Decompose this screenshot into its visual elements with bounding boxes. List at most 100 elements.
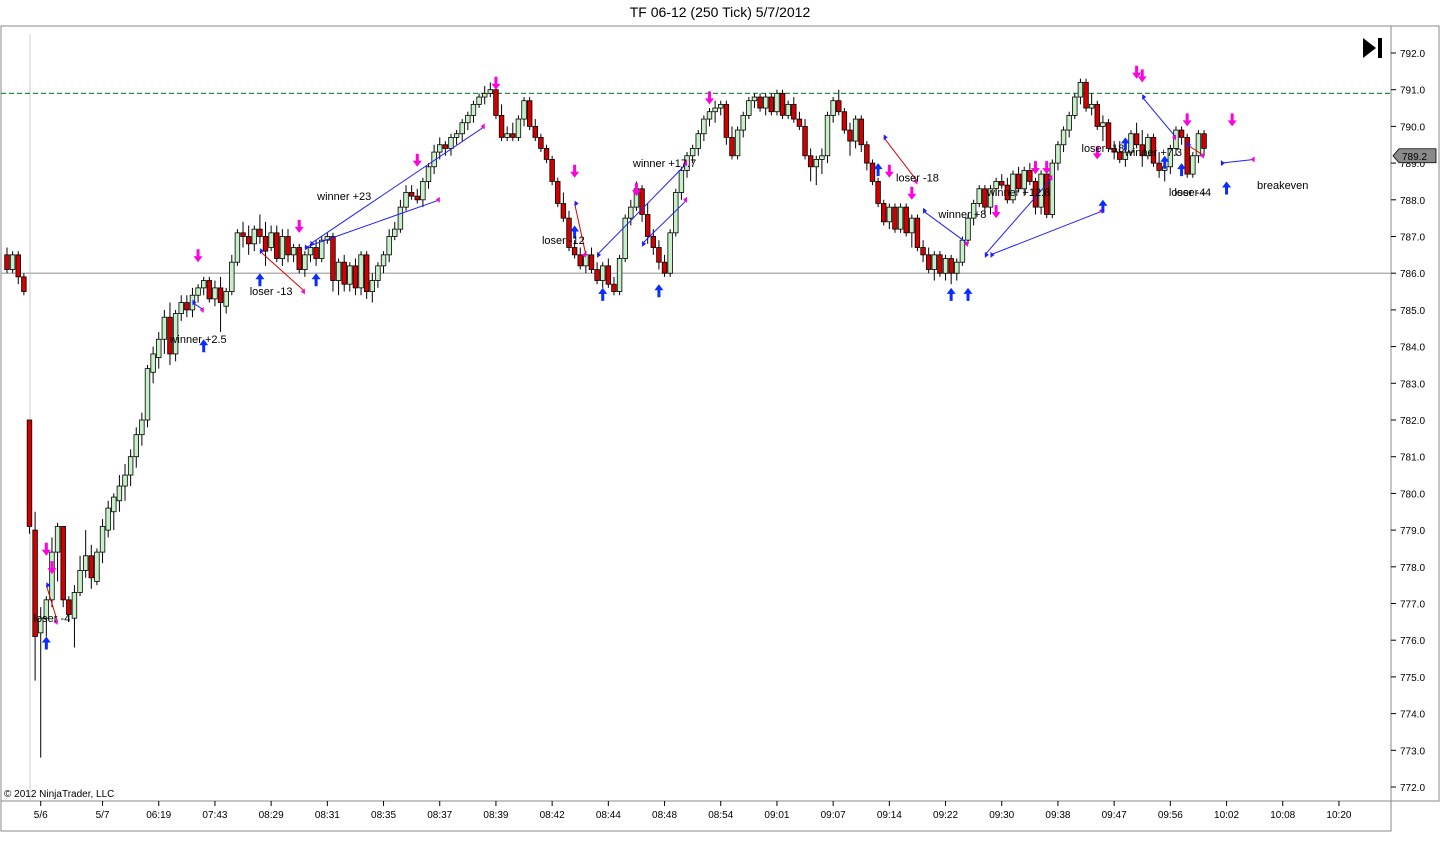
down-candle-body xyxy=(611,283,617,292)
down-candle-body xyxy=(526,100,533,127)
down-candle-body xyxy=(184,302,190,311)
y-tick-label: 778.0 xyxy=(1400,563,1425,574)
up-candle-body xyxy=(785,103,791,116)
up-candle-body xyxy=(1060,129,1067,146)
up-candle-body xyxy=(706,111,713,120)
up-candle-body xyxy=(487,89,494,94)
down-candle-body xyxy=(274,232,280,259)
up-candle-body xyxy=(701,118,707,135)
down-candle-body xyxy=(555,181,561,204)
down-candle-body xyxy=(768,96,775,113)
current-price-label: 789.2 xyxy=(1402,152,1427,163)
x-tick-label: 09:56 xyxy=(1158,810,1183,821)
down-candle-body xyxy=(864,144,870,164)
down-candle-body xyxy=(796,118,803,127)
x-tick-label: 08:44 xyxy=(596,810,621,821)
down-candle-body xyxy=(920,247,926,256)
y-tick-label: 779.0 xyxy=(1400,526,1425,537)
up-candle-body xyxy=(82,555,89,571)
up-candle-body xyxy=(678,170,685,193)
trade-label: winner +2.5 xyxy=(168,334,226,346)
y-tick-label: 772.0 xyxy=(1400,783,1425,794)
candle xyxy=(903,203,909,237)
down-candle-body xyxy=(510,133,516,138)
candle xyxy=(549,155,555,186)
down-candle-body xyxy=(26,419,33,527)
x-tick-label: 07:43 xyxy=(202,810,227,821)
x-tick-label: 08:54 xyxy=(708,810,733,821)
up-candle-body xyxy=(448,137,454,149)
up-candle-body xyxy=(9,254,16,270)
trade-label: winner +12.8 xyxy=(986,187,1050,199)
skip-to-end-icon[interactable] xyxy=(1360,36,1386,60)
down-candle-body xyxy=(1083,81,1089,109)
y-tick-label: 785.0 xyxy=(1400,306,1425,317)
up-candle-body xyxy=(476,96,482,105)
down-candle-body xyxy=(206,280,213,300)
down-candle-body xyxy=(257,228,263,237)
up-candle-body xyxy=(105,507,111,531)
down-candle-body xyxy=(999,181,1005,186)
down-candle-body xyxy=(661,261,668,274)
down-candle-body xyxy=(588,254,595,270)
candle xyxy=(94,548,100,586)
up-candle-body xyxy=(358,254,364,289)
y-tick-label: 784.0 xyxy=(1400,343,1425,354)
candle xyxy=(869,159,876,186)
down-candle-body xyxy=(858,118,864,146)
down-candle-body xyxy=(245,236,252,245)
y-tick-label: 792.0 xyxy=(1400,49,1425,60)
up-candle-body xyxy=(886,206,893,223)
candle xyxy=(144,364,151,428)
down-candle-body xyxy=(869,162,876,182)
up-candle-body xyxy=(763,96,769,109)
x-tick-label: 08:39 xyxy=(483,810,508,821)
down-candle-body xyxy=(1133,133,1140,146)
price-chart[interactable]: 772.0 773.0 774.0 775.0 776.0 777.0 778.0 779.0… xyxy=(0,0,1440,847)
candle xyxy=(914,214,921,252)
candle xyxy=(892,203,898,233)
x-tick-label: 08:35 xyxy=(371,810,396,821)
up-candle-body xyxy=(1072,96,1078,116)
y-tick-label: 788.0 xyxy=(1400,196,1425,207)
down-candle-body xyxy=(1201,133,1207,149)
up-candle-body xyxy=(667,232,673,274)
x-tick-label: 5/6 xyxy=(34,810,48,821)
down-candle-body xyxy=(757,96,763,109)
down-candle-body xyxy=(779,92,786,116)
up-candle-body xyxy=(515,118,522,138)
x-tick-label: 08:29 xyxy=(259,810,284,821)
up-candle-body xyxy=(251,228,257,245)
up-candle-body xyxy=(347,265,353,285)
up-candle-body xyxy=(335,261,342,281)
up-candle-body xyxy=(909,217,915,234)
x-tick-label: 09:38 xyxy=(1045,810,1070,821)
up-candle-body xyxy=(139,419,145,436)
x-tick-label: 09:22 xyxy=(933,810,958,821)
down-candle-body xyxy=(532,126,538,138)
candle xyxy=(746,97,752,120)
down-candle-body xyxy=(802,126,808,157)
x-tick-label: 08:48 xyxy=(652,810,677,821)
up-candle-body xyxy=(234,232,241,263)
up-candle-body xyxy=(369,280,375,292)
down-candle-body xyxy=(88,555,94,579)
up-candle-body xyxy=(504,133,510,138)
down-candle-body xyxy=(4,254,10,270)
copyright-text: © 2012 NinjaTrader, LLC xyxy=(4,789,115,800)
up-candle-body xyxy=(99,526,106,553)
down-candle-body xyxy=(285,236,291,256)
up-candle-body xyxy=(122,474,128,487)
up-candle-body xyxy=(1088,103,1095,109)
up-candle-body xyxy=(397,206,404,230)
down-candle-body xyxy=(1178,129,1185,138)
up-candle-body xyxy=(420,181,426,201)
y-tick-label: 783.0 xyxy=(1400,379,1425,390)
down-candle-body xyxy=(341,261,347,285)
trade-label: loser -18 xyxy=(1082,143,1125,155)
down-candle-body xyxy=(847,129,853,142)
down-candle-body xyxy=(650,236,656,248)
down-candle-body xyxy=(217,287,224,303)
down-candle-body xyxy=(538,137,544,149)
up-candle-body xyxy=(942,258,949,274)
